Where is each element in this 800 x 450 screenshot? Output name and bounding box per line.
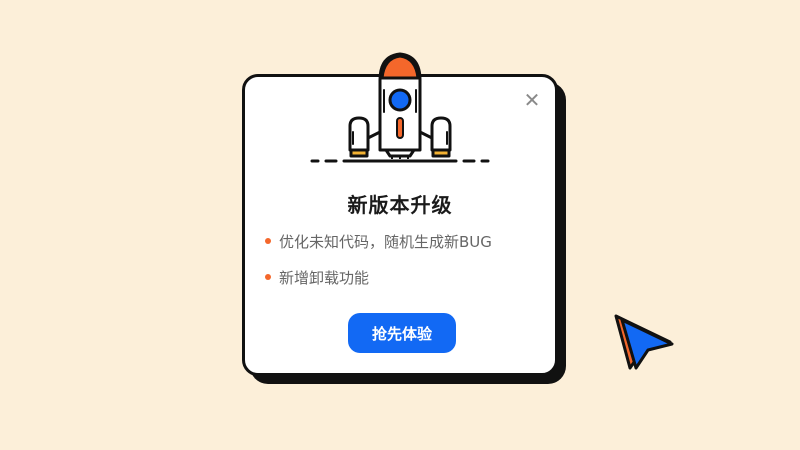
- feature-text: 优化未知代码，随机生成新BUG: [279, 232, 492, 251]
- feature-item: 优化未知代码，随机生成新BUG: [265, 231, 492, 251]
- bullet-icon: [265, 274, 271, 280]
- try-now-button[interactable]: 抢先体验: [348, 313, 456, 353]
- bullet-icon: [265, 238, 271, 244]
- feature-item: 新增卸载功能: [265, 267, 492, 287]
- feature-list: 优化未知代码，随机生成新BUG 新增卸载功能: [265, 231, 492, 303]
- dialog-title: 新版本升级: [347, 193, 453, 217]
- rocket-icon: [310, 52, 490, 163]
- feature-text: 新增卸载功能: [279, 268, 370, 287]
- close-icon[interactable]: ✕: [521, 89, 543, 111]
- cursor-arrow-icon: [614, 314, 674, 370]
